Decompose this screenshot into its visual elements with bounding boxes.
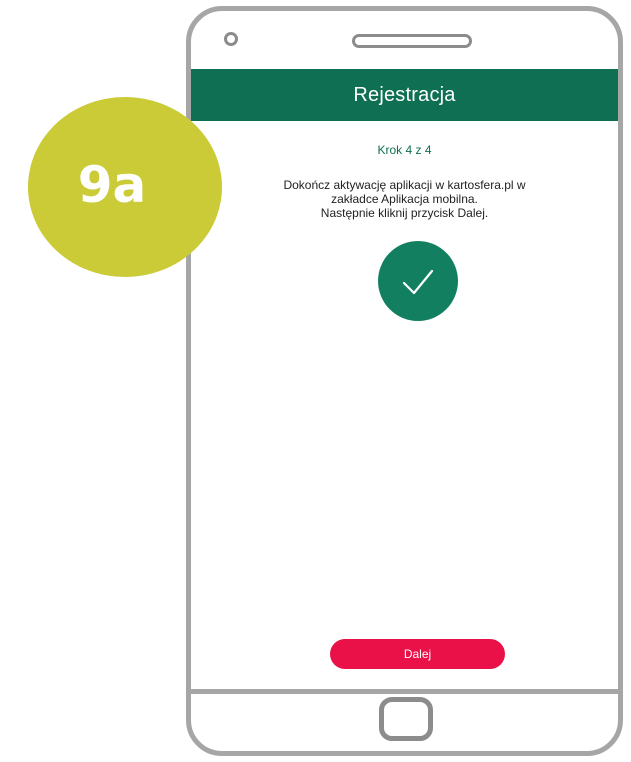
phone-frame: Rejestracja Krok 4 z 4 Dokończ aktywację… xyxy=(186,6,623,756)
instruction-line: Dokończ aktywację aplikacji w kartosfera… xyxy=(283,178,526,192)
checkmark-icon xyxy=(402,269,434,295)
camera-icon xyxy=(224,32,238,46)
instructions-text: Dokończ aktywację aplikacji w kartosfera… xyxy=(251,178,558,220)
instruction-line: Następnie kliknij przycisk Dalej. xyxy=(320,206,489,220)
next-button[interactable]: Dalej xyxy=(330,639,505,669)
speaker-grille xyxy=(352,34,472,48)
step-badge: 9a xyxy=(28,97,222,277)
step-indicator: Krok 4 z 4 xyxy=(377,143,432,157)
header-title: Rejestracja xyxy=(353,83,456,106)
app-header: Rejestracja xyxy=(191,69,618,121)
home-button[interactable] xyxy=(379,697,433,741)
app-screen: Rejestracja Krok 4 z 4 Dokończ aktywację… xyxy=(191,69,618,694)
instruction-line: zakładce Aplikacja mobilna. xyxy=(331,192,478,206)
success-indicator xyxy=(378,241,458,321)
